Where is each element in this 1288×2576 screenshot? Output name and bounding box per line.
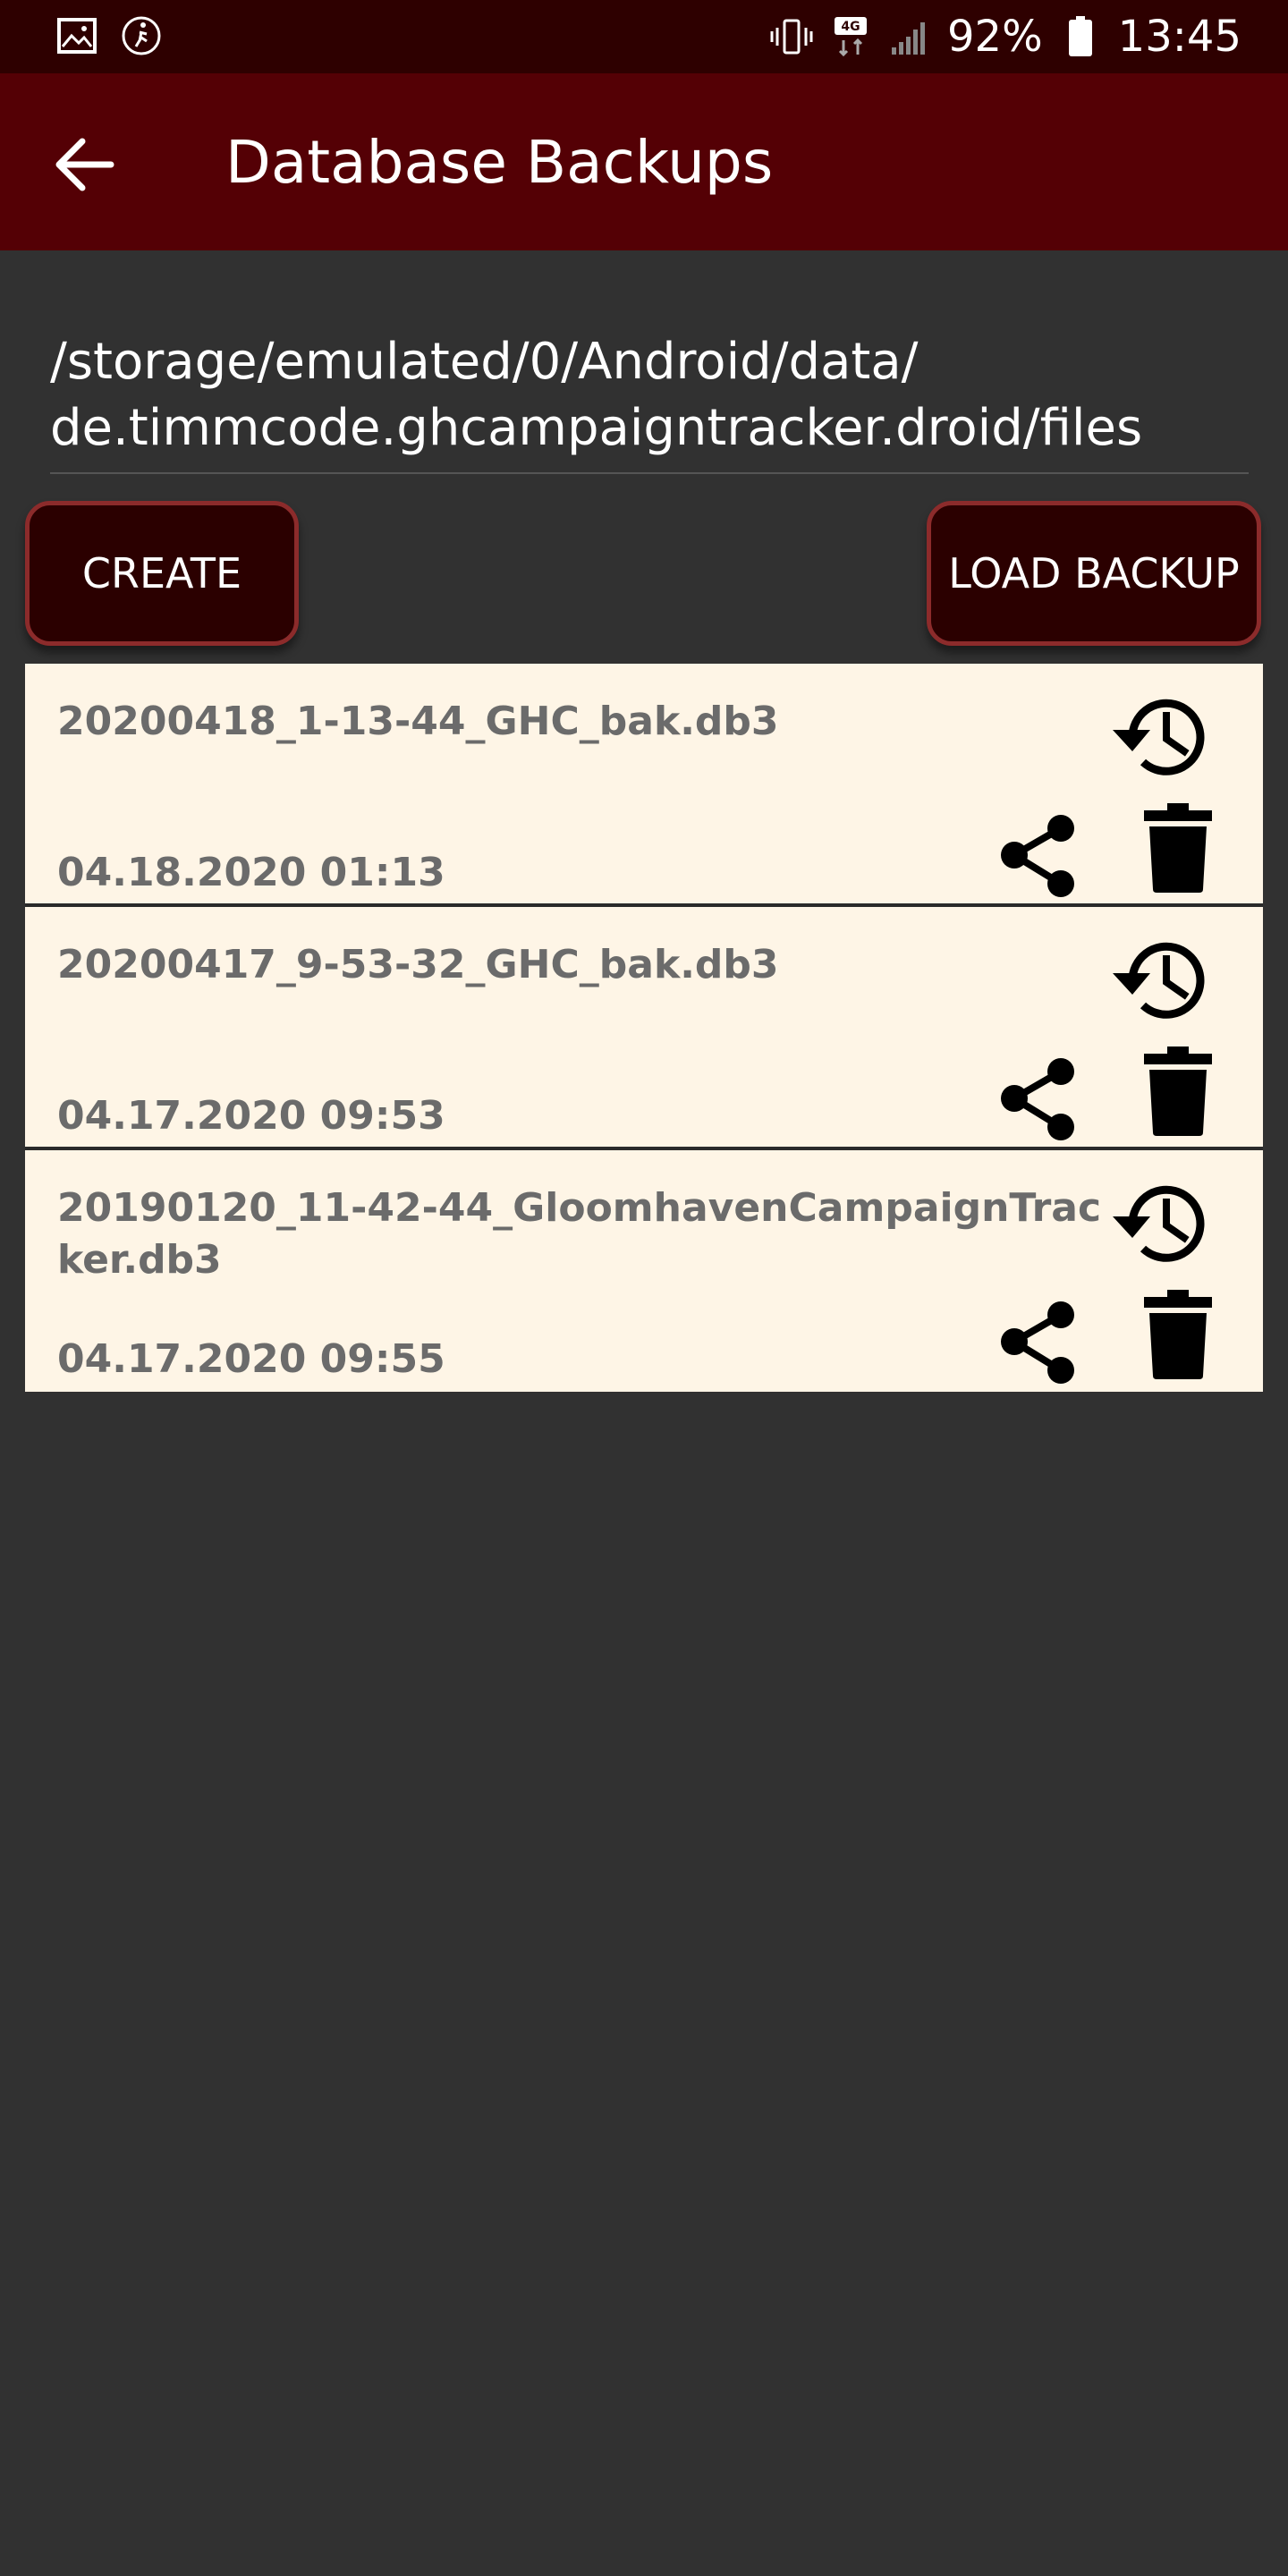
share-icon (1001, 1301, 1074, 1384)
battery-percent: 92% (946, 12, 1043, 62)
network-label: 4G (841, 20, 860, 34)
signal-icon (888, 15, 931, 58)
share-button[interactable] (989, 807, 1088, 905)
backup-name: 20200418_1-13-44_GHC_bak.db3 (57, 699, 779, 744)
status-right-icons: 4G 92% 13:45 (770, 7, 1241, 66)
list-item[interactable]: 20200418_1-13-44_GHC_bak.db3 04.18.2020 … (25, 664, 1263, 907)
gallery-icon (55, 14, 98, 57)
share-icon (1001, 815, 1074, 897)
share-button[interactable] (989, 1050, 1088, 1148)
accessibility-icon (120, 14, 163, 57)
path-line-1: /storage/emulated/0/Android/data/ (50, 333, 919, 391)
load-backup-button[interactable]: LOAD BACKUP (927, 501, 1261, 646)
backup-name: 20190120_11-42-44_GloomhavenCampaignTrac… (57, 1185, 1102, 1283)
restore-button[interactable] (1106, 1170, 1213, 1277)
clock: 13:45 (1117, 12, 1241, 62)
list-item[interactable]: 20190120_11-42-44_GloomhavenCampaignTrac… (25, 1150, 1263, 1392)
delete-icon (1144, 1046, 1212, 1136)
share-icon (1001, 1058, 1074, 1140)
restore-button[interactable] (1106, 927, 1213, 1034)
delete-button[interactable] (1138, 1284, 1218, 1385)
backup-date: 04.17.2020 09:55 (57, 1336, 445, 1382)
back-button[interactable] (52, 131, 120, 199)
restore-history-icon (1113, 1185, 1205, 1262)
backup-name: 20200417_9-53-32_GHC_bak.db3 (57, 942, 779, 987)
status-left-icons (55, 14, 163, 57)
backup-date: 04.17.2020 09:53 (57, 1093, 445, 1139)
create-button[interactable]: CREATE (25, 501, 299, 646)
delete-button[interactable] (1138, 798, 1218, 898)
backup-path-field: /storage/emulated/0/Android/data/ de.tim… (50, 329, 1249, 474)
backup-date: 04.18.2020 01:13 (57, 850, 445, 895)
restore-history-icon (1113, 699, 1205, 775)
share-button[interactable] (989, 1293, 1088, 1392)
status-bar: 4G 92% 13:45 (0, 0, 1288, 73)
restore-button[interactable] (1106, 683, 1213, 791)
network-icon: 4G (829, 15, 872, 58)
delete-button[interactable] (1138, 1041, 1218, 1141)
restore-history-icon (1113, 942, 1205, 1019)
battery-icon (1059, 15, 1102, 58)
backup-list: 20200418_1-13-44_GHC_bak.db3 04.18.2020 … (25, 664, 1263, 1392)
vibrate-icon (770, 15, 813, 58)
delete-icon (1144, 1290, 1212, 1379)
back-arrow-icon (55, 138, 114, 191)
path-line-2: de.timmcode.ghcampaigntracker.droid/file… (50, 399, 1143, 457)
delete-icon (1144, 803, 1212, 893)
list-item[interactable]: 20200417_9-53-32_GHC_bak.db3 04.17.2020 … (25, 907, 1263, 1150)
app-bar: Database Backups (0, 73, 1288, 250)
page-title: Database Backups (225, 128, 774, 197)
